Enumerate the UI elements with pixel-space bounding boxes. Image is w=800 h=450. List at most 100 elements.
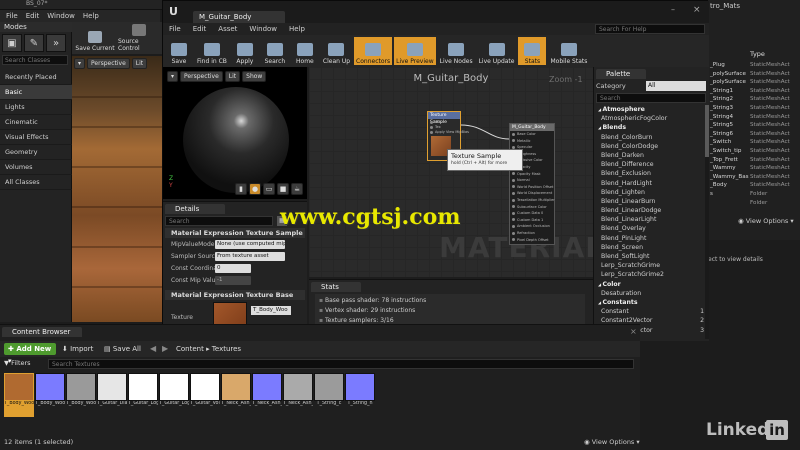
menu-edit[interactable]: Edit xyxy=(26,12,40,20)
mode-item-geometry[interactable]: Geometry xyxy=(0,145,72,160)
main-pin[interactable]: Pixel Depth Offset xyxy=(512,238,549,242)
mat-menu-help[interactable]: Help xyxy=(289,25,305,33)
outliner-row[interactable]: s Folder xyxy=(708,190,798,199)
outliner-row[interactable]: _String6 StaticMeshAct xyxy=(708,130,798,139)
place-mode-icon[interactable]: ▣ xyxy=(2,34,22,52)
main-material-node[interactable]: M_Guitar_Body Base Color Metallic Specular… xyxy=(509,123,555,245)
main-pin[interactable]: Custom Data 1 xyxy=(512,218,543,222)
palette-item[interactable]: Blend_LinearDodge xyxy=(596,206,706,215)
paint-mode-icon[interactable]: ✎ xyxy=(24,34,44,52)
palette-scroll-thumb[interactable] xyxy=(705,105,709,157)
asset-tile[interactable]: T_Guitar_Logo_02_c xyxy=(128,373,158,417)
mode-item-cinematic[interactable]: Cinematic xyxy=(0,115,72,130)
mat-menu-asset[interactable]: Asset xyxy=(218,25,237,33)
palette-item[interactable]: Constant 1 xyxy=(596,307,706,316)
viewport-menu-button[interactable]: ▾ xyxy=(74,58,86,69)
asset-tile[interactable]: T_Body_Wood_01_n xyxy=(35,373,65,417)
palette-search-input[interactable]: Search xyxy=(596,93,706,103)
details-search-input[interactable]: Search xyxy=(165,216,273,226)
outliner-row[interactable]: _polySurface StaticMeshAct xyxy=(708,70,798,79)
preview-perspective-button[interactable]: Perspective xyxy=(180,71,223,82)
asset-tile[interactable]: T_Neck_Ash_s xyxy=(283,373,313,417)
connectors-button[interactable]: Connectors xyxy=(354,37,393,65)
asset-tile[interactable]: T_Guitar_Dials_c xyxy=(97,373,127,417)
modes-search-input[interactable]: Search Classes xyxy=(2,55,68,65)
palette-item[interactable]: Blend_LinearLight xyxy=(596,215,706,224)
main-pin[interactable]: World Displacement xyxy=(512,191,552,195)
cube-icon[interactable]: ■ xyxy=(277,183,289,195)
palette-item[interactable]: Blend_Screen xyxy=(596,243,706,252)
sphere-icon[interactable]: ● xyxy=(249,183,261,195)
import-button[interactable]: ⬇ Import xyxy=(62,343,93,355)
outliner-row[interactable]: _Plug StaticMeshAct xyxy=(708,61,798,70)
preview-show-button[interactable]: Show xyxy=(242,71,267,82)
main-pin[interactable]: Custom Data 0 xyxy=(512,211,543,215)
asset-tile[interactable]: T_String_n xyxy=(345,373,375,417)
content-browser-close-icon[interactable]: × xyxy=(630,327,637,336)
sampler-source-dropdown[interactable]: From texture asset xyxy=(215,252,285,261)
palette-item[interactable]: Blend_LinearBurn xyxy=(596,197,706,206)
perspective-button[interactable]: Perspective xyxy=(87,58,130,69)
clean-up-button[interactable]: Clean Up xyxy=(321,37,352,65)
mobile-stats-button[interactable]: Mobile Stats xyxy=(548,37,589,65)
palette-item[interactable]: Blend_ColorBurn xyxy=(596,133,706,142)
search-button[interactable]: Search xyxy=(261,37,289,65)
outliner-row[interactable]: _String5 StaticMeshAct xyxy=(708,121,798,130)
content-browser-tab[interactable]: Content Browser xyxy=(2,327,82,337)
content-browser-view-options[interactable]: ◉ View Options ▾ xyxy=(584,438,640,446)
palette-item[interactable]: Lerp_ScratchGrime xyxy=(596,261,706,270)
save-all-button[interactable]: ▤ Save All xyxy=(104,343,141,355)
main-pin[interactable]: Refraction xyxy=(512,231,535,235)
material-editor-tab[interactable]: M_Guitar_Body xyxy=(193,11,285,23)
main-pin[interactable]: Tessellation Multiplier xyxy=(512,198,555,202)
outliner-row[interactable]: _Top_Frett StaticMeshAct xyxy=(708,156,798,165)
material-preview-viewport[interactable]: ▾ Perspective Lit Show ZY ▮ ● ▭ ■ ☕ xyxy=(163,67,307,199)
palette-item[interactable]: Blend_Difference xyxy=(596,160,706,169)
menu-help[interactable]: Help xyxy=(83,12,99,20)
palette-item[interactable]: Blend_SoftLight xyxy=(596,252,706,261)
stats-tab[interactable]: Stats xyxy=(311,282,361,292)
asset-tile[interactable]: T_Guitar_Logo_c xyxy=(159,373,189,417)
live-nodes-button[interactable]: Live Nodes xyxy=(438,37,475,65)
back-icon[interactable]: ◀ xyxy=(150,343,156,355)
modes-tab[interactable]: Modes xyxy=(0,22,72,32)
breadcrumb[interactable]: Content ▸ Textures xyxy=(176,343,241,355)
search-textures-input[interactable]: Search Textures xyxy=(48,359,634,369)
mode-item-lights[interactable]: Lights xyxy=(0,100,72,115)
search-help-input[interactable]: Search For Help xyxy=(595,24,705,34)
level-viewport[interactable] xyxy=(72,56,162,322)
menu-window[interactable]: Window xyxy=(47,12,75,20)
main-pin[interactable]: Base Color xyxy=(512,132,536,136)
palette-item[interactable]: Desaturation xyxy=(596,289,706,298)
type-column-header[interactable]: Type xyxy=(750,50,765,58)
live-preview-button[interactable]: Live Preview xyxy=(394,37,436,65)
outliner-row[interactable]: _String3 StaticMeshAct xyxy=(708,104,798,113)
home-button[interactable]: Home xyxy=(291,37,319,65)
lit-button[interactable]: Lit xyxy=(131,58,148,69)
outliner-row[interactable]: _Body StaticMeshAct xyxy=(708,181,798,190)
palette-item[interactable]: Blend_Lighten xyxy=(596,188,706,197)
mat-menu-edit[interactable]: Edit xyxy=(193,25,207,33)
material-graph[interactable]: M_Guitar_Body Zoom -1 MATERIAL Texture S… xyxy=(309,67,593,277)
close-icon[interactable]: × xyxy=(693,5,703,15)
outliner-row[interactable]: Folder xyxy=(708,199,798,208)
outliner-row[interactable]: _String1 StaticMeshAct xyxy=(708,87,798,96)
asset-tile[interactable]: T_Guitar_Volume_c xyxy=(190,373,220,417)
outliner-view-options[interactable]: ◉ View Options ▾ xyxy=(738,217,794,225)
mode-item-visual-effects[interactable]: Visual Effects xyxy=(0,130,72,145)
asset-tile[interactable]: T_Body_Wood_01_s xyxy=(66,373,96,417)
preview-menu-button[interactable]: ▾ xyxy=(167,71,179,82)
save-current-button[interactable]: Save Current xyxy=(74,24,116,52)
const-mip-value-input[interactable]: -1 xyxy=(215,276,251,285)
details-section-texture-base[interactable]: Material Expression Texture Base xyxy=(165,290,305,300)
forward-icon[interactable]: ▶ xyxy=(162,343,168,355)
cylinder-icon[interactable]: ▮ xyxy=(235,183,247,195)
mat-menu-window[interactable]: Window xyxy=(249,25,277,33)
palette-category-header[interactable]: ◢ Color xyxy=(596,280,706,289)
palette-item[interactable]: Blend_ColorDodge xyxy=(596,142,706,151)
details-tab[interactable]: Details xyxy=(165,204,225,214)
main-pin[interactable]: Metallic xyxy=(512,139,531,143)
plane-icon[interactable]: ▭ xyxy=(263,183,275,195)
asset-tile[interactable]: T_Body_Wood_01_c xyxy=(4,373,34,417)
palette-item[interactable]: Blend_HardLight xyxy=(596,179,706,188)
